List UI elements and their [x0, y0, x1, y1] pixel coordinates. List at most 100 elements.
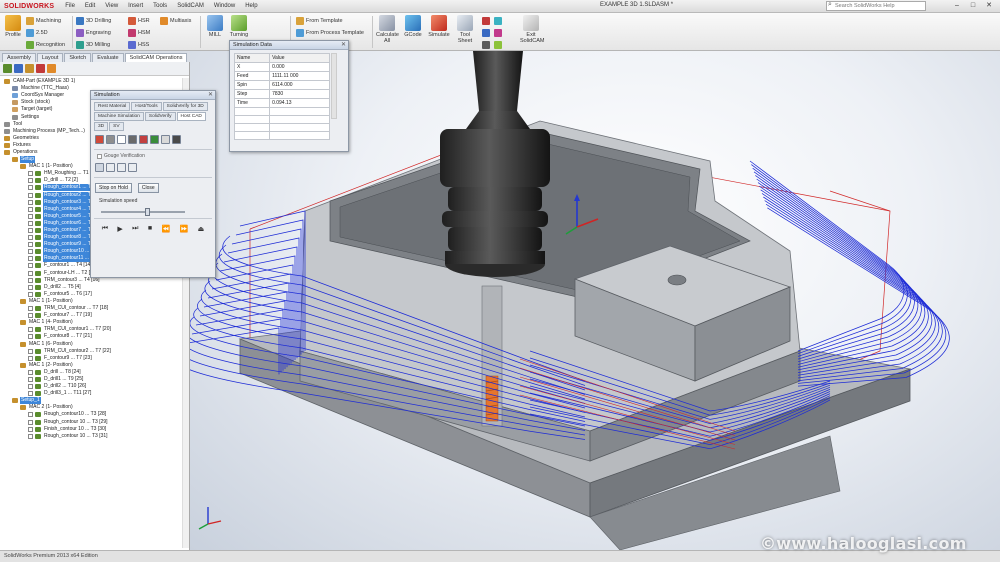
checkbox-box[interactable] [97, 153, 102, 159]
from-process-template-button[interactable]: From Process Template [296, 27, 364, 38]
suppress-checkbox[interactable] [28, 355, 33, 361]
engraving-button[interactable]: Engraving [76, 27, 111, 38]
stop-icon[interactable]: ■ [148, 225, 152, 233]
suppress-checkbox[interactable] [28, 376, 33, 382]
tree-item[interactable]: MAC 2 (1- Position) [0, 404, 182, 411]
display-solid-icon[interactable] [95, 135, 104, 144]
suppress-checkbox[interactable] [28, 249, 33, 255]
ribbon-small-tool-6[interactable] [494, 39, 504, 50]
go-to-end-icon[interactable]: ⏭ [132, 225, 138, 233]
suppress-checkbox[interactable] [28, 419, 33, 425]
recognition-button[interactable]: Recognition [26, 39, 65, 50]
suppress-checkbox[interactable] [28, 263, 33, 269]
suppress-checkbox[interactable] [28, 256, 33, 262]
suppress-checkbox[interactable] [28, 185, 33, 191]
gcode-button[interactable]: GCode [402, 15, 424, 38]
suppress-checkbox[interactable] [28, 334, 33, 340]
display-hidden-icon[interactable] [117, 135, 126, 144]
profile-button[interactable]: Profile [2, 15, 24, 38]
suppress-checkbox[interactable] [28, 235, 33, 241]
tree-item[interactable]: MAC 1 (2- Position) [0, 362, 182, 369]
suppress-checkbox[interactable] [28, 192, 33, 198]
tree-item[interactable]: TRM_CUI_contour1 ... T7 [20] [0, 326, 182, 333]
suppress-checkbox[interactable] [28, 384, 33, 390]
tree-item[interactable]: F_contour8 ... T7 [21] [0, 333, 182, 340]
tree-item[interactable]: MAC 1 (1- Position) [0, 298, 182, 305]
minimize-icon[interactable]: – [950, 1, 964, 11]
hss-button[interactable]: HSS [128, 39, 149, 50]
tree-item[interactable]: Rough_contour 10 ... T3 [29] [0, 419, 182, 426]
suppress-checkbox[interactable] [28, 412, 33, 418]
step-mode-icon[interactable] [95, 163, 104, 172]
tab-evaluate[interactable]: Evaluate [92, 53, 124, 62]
3d-drilling-button[interactable]: 3D Drilling [76, 15, 111, 26]
suppress-checkbox[interactable] [28, 277, 33, 283]
menu-insert[interactable]: Insert [123, 3, 148, 9]
hsm-button[interactable]: HSM [128, 27, 150, 38]
close-icon[interactable]: ✕ [341, 41, 346, 50]
suppress-checkbox[interactable] [28, 327, 33, 333]
mill-button[interactable]: MILL [204, 15, 226, 38]
suppress-checkbox[interactable] [28, 171, 33, 177]
tree-item[interactable]: D_drill2 ... T10 [26] [0, 383, 182, 390]
display-stock-icon[interactable] [161, 135, 170, 144]
suppress-checkbox[interactable] [28, 270, 33, 276]
help-search-input[interactable]: Search SolidWorks Help [826, 1, 926, 11]
menu-edit[interactable]: Edit [80, 3, 100, 9]
tree-item[interactable]: TRM_CUI_contour ... T7 [18] [0, 305, 182, 312]
tree-item[interactable]: Finish_contour 10 ... T3 [30] [0, 426, 182, 433]
hsr-button[interactable]: HSR [128, 15, 150, 26]
tree-item[interactable]: Setup_1 [0, 397, 182, 405]
ribbon-small-tool-2[interactable] [482, 27, 492, 38]
simulation-data-scrollbar[interactable] [331, 53, 337, 119]
tree-item[interactable]: Rough_contour 10 ... T3 [31] [0, 433, 182, 440]
tab-sv[interactable]: SV [109, 122, 124, 131]
menu-view[interactable]: View [100, 3, 123, 9]
multiaxis-button[interactable]: Multiaxis [160, 15, 191, 26]
step-back-icon[interactable]: ⏪ [161, 225, 170, 233]
display-tool-icon[interactable] [128, 135, 137, 144]
tab-host-tools[interactable]: Host/Tools [131, 102, 162, 111]
display-target-icon[interactable] [172, 135, 181, 144]
solidcam-manager-icon[interactable] [47, 64, 56, 73]
tab-3d[interactable]: 3D [94, 122, 109, 131]
menu-solidcam[interactable]: SolidCAM [172, 3, 209, 9]
tree-item[interactable]: D_drill ... T8 [24] [0, 369, 182, 376]
ribbon-small-tool-1[interactable] [482, 15, 492, 26]
ribbon-small-tool-4[interactable] [494, 15, 504, 26]
suppress-checkbox[interactable] [28, 199, 33, 205]
tree-item[interactable]: D_drill3_1 ... T11 [27] [0, 390, 182, 397]
2-5d-button[interactable]: 2.5D [26, 27, 48, 38]
maximize-icon[interactable]: □ [966, 1, 980, 11]
tree-item[interactable]: MAC 1 (4- Position) [0, 319, 182, 326]
tab-sketch[interactable]: Sketch [64, 53, 92, 62]
display-fixture-icon[interactable] [150, 135, 159, 144]
trace-icon[interactable] [106, 163, 115, 172]
axis-icon[interactable] [117, 163, 126, 172]
tab-rest-material[interactable]: Rest Material [94, 102, 131, 111]
suppress-checkbox[interactable] [28, 213, 33, 219]
close-window-icon[interactable]: ✕ [982, 1, 996, 11]
stop-on-hold-button[interactable]: Stop on Hold [95, 183, 132, 193]
play-icon[interactable]: ▶ [117, 225, 122, 233]
turning-button[interactable]: Turning [228, 15, 250, 38]
tab-machine-simulation[interactable]: Machine Simulation [94, 112, 144, 121]
display-holder-icon[interactable] [139, 135, 148, 144]
suppress-checkbox[interactable] [28, 178, 33, 184]
tab-solidcam-operations[interactable]: SolidCAM Operations [124, 53, 188, 62]
dim-expert-icon[interactable] [36, 64, 45, 73]
suppress-checkbox[interactable] [28, 348, 33, 354]
tree-item[interactable]: F_contour5 ... T6 [17] [0, 291, 182, 298]
eject-icon[interactable]: ⏏ [198, 225, 205, 233]
display-wire-icon[interactable] [106, 135, 115, 144]
suppress-checkbox[interactable] [28, 291, 33, 297]
tool-sheet-button[interactable]: Tool Sheet [454, 15, 476, 44]
close-icon[interactable]: ✕ [208, 91, 213, 100]
suppress-checkbox[interactable] [28, 228, 33, 234]
tree-item[interactable]: F_contour9 ... T7 [23] [0, 355, 182, 362]
slider-knob[interactable] [145, 208, 150, 216]
tab-solidverify-3d[interactable]: SolidVerify for 3D [162, 102, 208, 111]
menu-tools[interactable]: Tools [148, 3, 172, 9]
tree-item[interactable]: CAM-Part (EXAMPLE 3D 1) [0, 78, 182, 85]
configuration-icon[interactable] [25, 64, 34, 73]
